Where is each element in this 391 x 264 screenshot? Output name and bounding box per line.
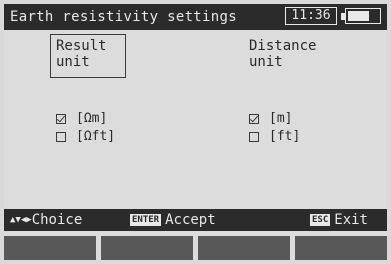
choice-label: Choice [31,212,83,228]
result-unit-label-line1: Result [56,38,107,54]
softkey-4[interactable] [295,236,387,260]
checkbox-icon[interactable] [249,131,259,142]
result-unit-option-ohm-m[interactable]: [Ωm] [56,111,107,126]
softkey-2[interactable] [101,236,193,260]
accept-hint: ENTER Accept [130,212,216,228]
arrow-keys-icon: ▲▼◀▶ [10,215,32,225]
option-label: [Ωft] [76,129,116,144]
battery-level [348,11,369,21]
distance-unit-label-line1: Distance [249,38,317,54]
esc-key-icon: ESC [310,214,331,226]
distance-unit-option-m[interactable]: [m] [249,111,292,126]
screen-title: Earth resistivity settings [10,9,237,25]
option-label: [m] [269,111,293,126]
checkbox-icon[interactable] [56,113,66,124]
enter-key-icon: ENTER [130,214,162,226]
result-unit-option-ohm-ft[interactable]: [Ωft] [56,129,115,144]
accept-label: Accept [165,212,216,228]
exit-label: Exit [334,212,368,228]
exit-hint: ESC Exit [310,212,368,228]
battery-icon [345,8,381,24]
device-screen: Earth resistivity settings 11:36 Result … [4,4,387,260]
choice-hint: ▲▼◀▶Choice [10,212,82,228]
checkbox-icon[interactable] [249,113,259,124]
distance-unit-option-ft[interactable]: [ft] [249,129,300,144]
option-label: [ft] [269,129,301,144]
checkbox-icon[interactable] [56,131,66,142]
softkey-row [4,236,387,260]
result-unit-label-line2: unit [56,54,90,70]
distance-unit-label-line2: unit [249,54,283,70]
softkey-3[interactable] [198,236,290,260]
clock: 11:36 [285,7,337,25]
option-label: [Ωm] [76,111,108,126]
key-hint-bar: ▲▼◀▶Choice ENTER Accept ESC Exit [4,209,387,231]
softkey-1[interactable] [4,236,96,260]
title-bar: Earth resistivity settings 11:36 [4,4,387,30]
